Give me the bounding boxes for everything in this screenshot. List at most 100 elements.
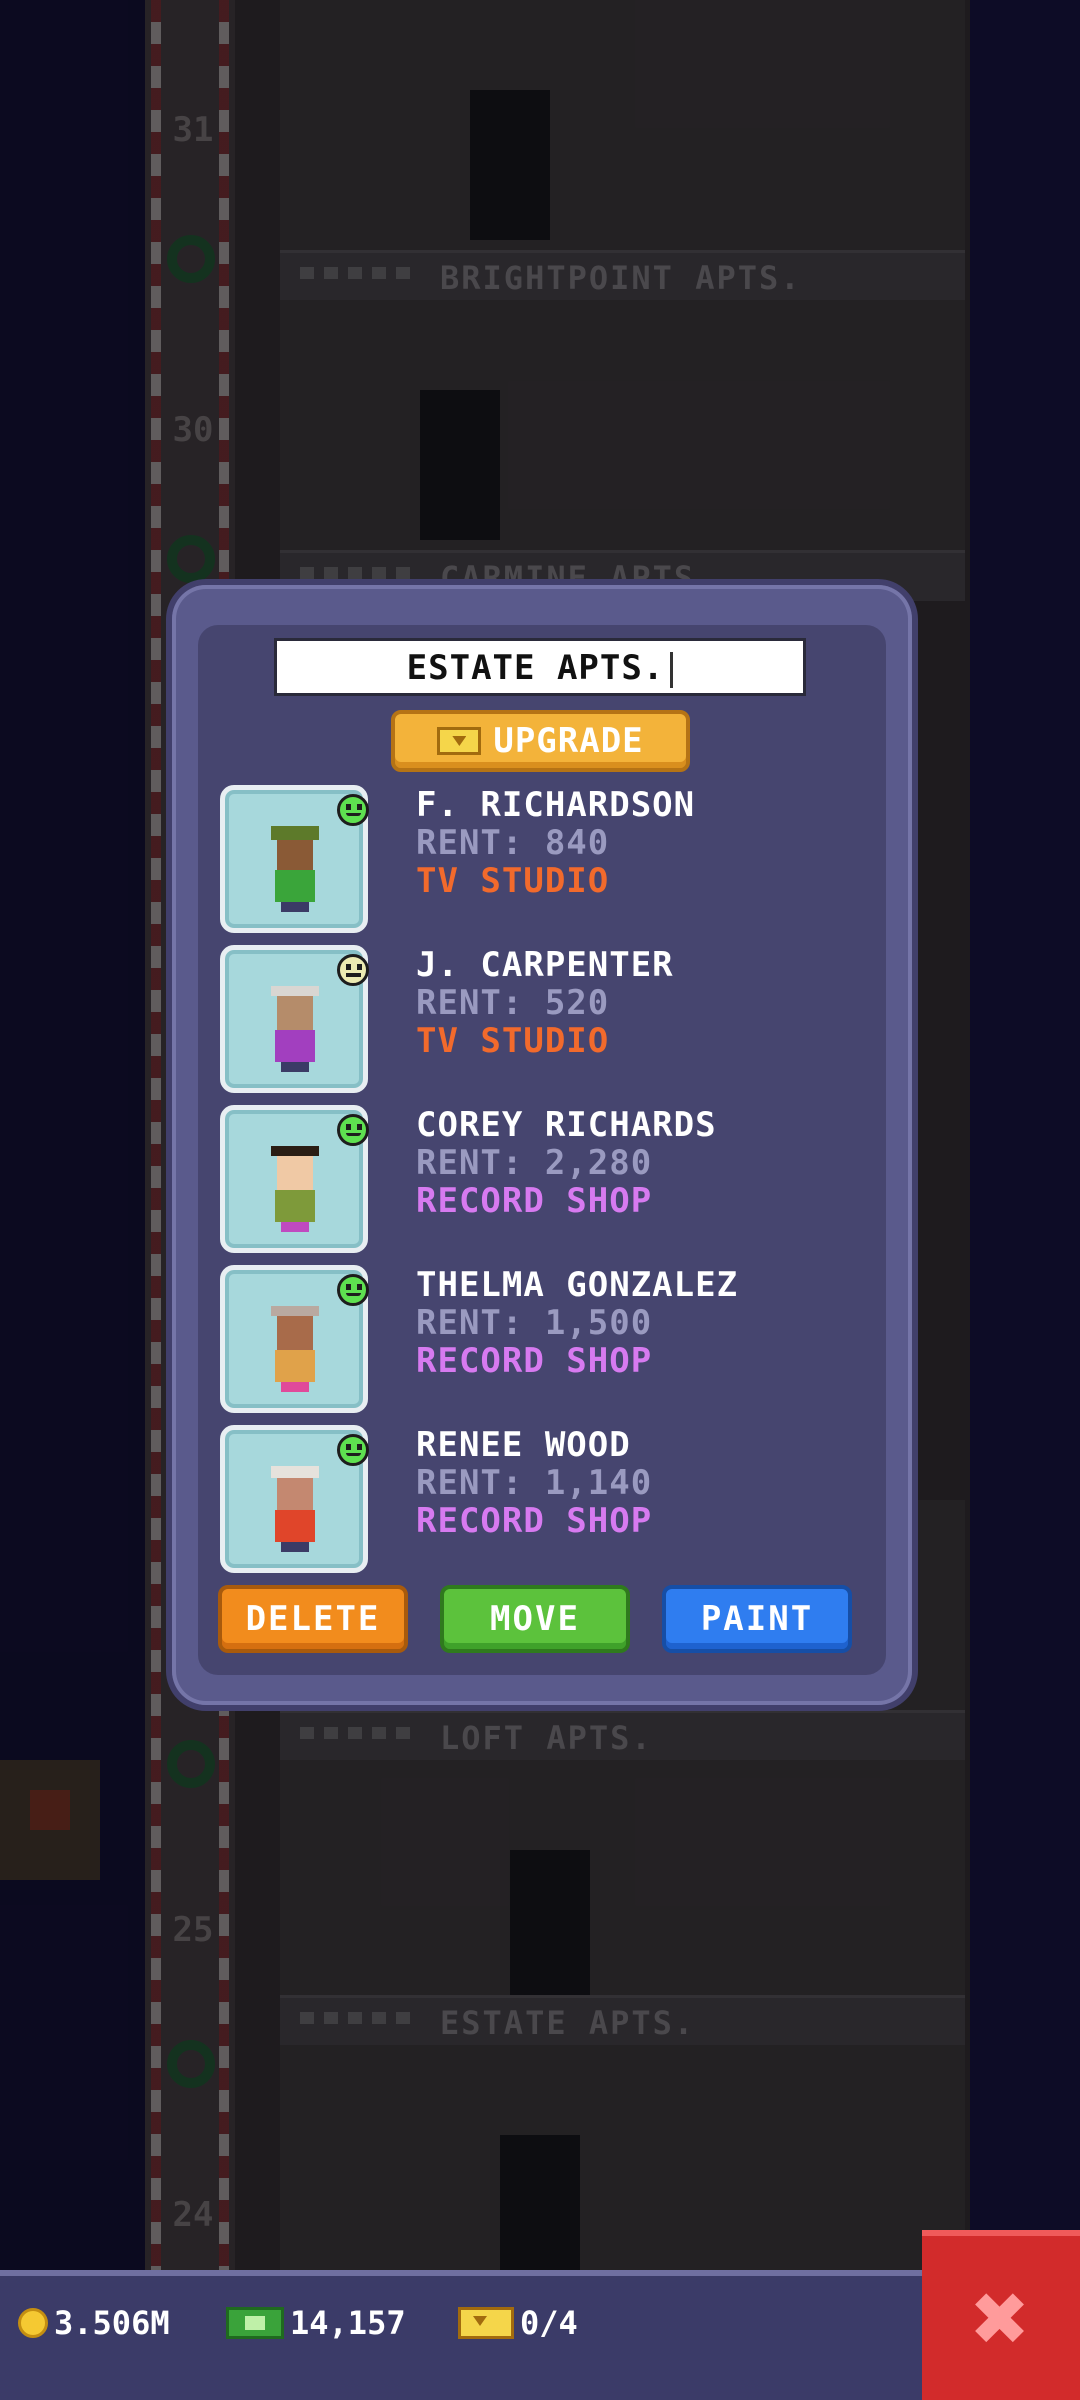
floor-nameplate: LOFT APTS. — [280, 1710, 965, 1761]
floor-room — [280, 1760, 965, 2010]
resident-job[interactable]: RECORD SHOP — [416, 1501, 652, 1541]
occupancy-dots — [300, 2012, 410, 2024]
wreath-icon — [167, 235, 215, 283]
head — [277, 996, 313, 1030]
resident-rent: RENT: 840 — [416, 823, 610, 863]
hair — [271, 1306, 319, 1316]
resident-name: COREY RICHARDS — [416, 1105, 717, 1145]
head — [277, 836, 313, 870]
resident-avatar[interactable] — [220, 785, 369, 933]
legs — [281, 1222, 309, 1232]
door — [470, 90, 550, 240]
floor-name: LOFT APTS. — [440, 1719, 653, 1757]
wreath-icon — [167, 2040, 215, 2088]
coins-stat[interactable]: 3.506M — [18, 2304, 170, 2342]
elevator-floor: 25 — [145, 1700, 235, 2000]
hat — [271, 826, 319, 840]
bux-stat[interactable]: 14,157 — [226, 2304, 406, 2342]
floor-name-value: ESTATE APTS. — [406, 648, 665, 688]
resident-sprite — [269, 1140, 321, 1232]
head — [277, 1476, 313, 1510]
resident-row[interactable]: RENEE WOOD RENT: 1,140 RECORD SHOP — [220, 1425, 860, 1573]
close-button[interactable]: ✖ — [922, 2230, 1080, 2400]
upgrade-button[interactable]: UPGRADE — [391, 710, 690, 772]
resident-job[interactable]: RECORD SHOP — [416, 1341, 652, 1381]
resident-name: J. CARPENTER — [416, 945, 674, 985]
resident-rent: RENT: 520 — [416, 983, 610, 1023]
upgrade-label: UPGRADE — [493, 721, 644, 761]
background-left — [0, 0, 150, 2270]
ticket-icon — [458, 2307, 514, 2339]
close-icon: ✖ — [972, 2262, 1030, 2374]
floor-nameplate: BRIGHTPOINT APTS. — [280, 250, 965, 301]
resident-sprite — [269, 820, 321, 912]
resident-row[interactable]: F. RICHARDSON RENT: 840 TV STUDIO — [220, 785, 860, 933]
resident-row[interactable]: J. CARPENTER RENT: 520 TV STUDIO — [220, 945, 860, 1093]
floor-room — [280, 2045, 965, 2270]
resident-avatar[interactable] — [220, 1425, 369, 1573]
mood-icon — [337, 954, 369, 986]
tickets-stat[interactable]: 0/4 — [458, 2304, 578, 2342]
hair — [271, 986, 319, 996]
floor-number: 24 — [172, 2195, 214, 2235]
body — [275, 1030, 315, 1062]
delete-button[interactable]: DELETE — [218, 1585, 408, 1653]
legs — [281, 1062, 309, 1072]
hair — [271, 1466, 319, 1478]
occupancy-dots — [300, 567, 410, 579]
floor-room — [280, 300, 965, 550]
floor-name: BRIGHTPOINT APTS. — [440, 259, 802, 297]
mood-icon — [337, 1434, 369, 1466]
resident-avatar[interactable] — [220, 945, 369, 1093]
coins-value: 3.506M — [54, 2304, 170, 2342]
resident-name: THELMA GONZALEZ — [416, 1265, 739, 1305]
resident-sprite — [269, 980, 321, 1072]
floor-brightpoint[interactable]: BRIGHTPOINT APTS. — [280, 0, 965, 301]
resident-avatar[interactable] — [220, 1105, 369, 1253]
legs — [281, 1542, 309, 1552]
mood-icon — [337, 1274, 369, 1306]
elevator-floor: 30 — [145, 300, 235, 600]
resident-row[interactable]: THELMA GONZALEZ RENT: 1,500 RECORD SHOP — [220, 1265, 860, 1413]
bottom-bar: 3.506M 14,157 0/4 — [0, 2270, 922, 2400]
floor-number: 30 — [172, 410, 214, 450]
resident-job[interactable]: TV STUDIO — [416, 861, 609, 901]
door — [420, 390, 500, 540]
resident-job[interactable]: RECORD SHOP — [416, 1181, 652, 1221]
body — [275, 870, 315, 902]
resident-rent: RENT: 1,140 — [416, 1463, 653, 1503]
resident-avatar[interactable] — [220, 1265, 369, 1413]
body — [275, 1190, 315, 1222]
resident-rent: RENT: 1,500 — [416, 1303, 653, 1343]
resident-job[interactable]: TV STUDIO — [416, 1021, 609, 1061]
move-button[interactable]: MOVE — [440, 1585, 630, 1653]
resident-row[interactable]: COREY RICHARDS RENT: 2,280 RECORD SHOP — [220, 1105, 860, 1253]
resident-name: RENEE WOOD — [416, 1425, 631, 1465]
resident-sprite — [269, 1460, 321, 1552]
resident-sprite — [269, 1300, 321, 1392]
hair — [271, 1146, 319, 1156]
floor-estate[interactable]: ESTATE APTS. — [280, 1995, 965, 2295]
neighbor-sign-icon — [30, 1790, 70, 1830]
ticket-icon — [437, 727, 482, 755]
door — [510, 1850, 590, 2000]
body — [275, 1350, 315, 1382]
occupancy-dots — [300, 1727, 410, 1739]
background-right — [970, 0, 1080, 2270]
resident-name: F. RICHARDSON — [416, 785, 696, 825]
text-caret — [670, 651, 674, 688]
paint-button[interactable]: PAINT — [662, 1585, 852, 1653]
head — [277, 1316, 313, 1350]
bux-icon — [226, 2307, 284, 2339]
legs — [281, 902, 309, 912]
elevator-floor: 31 — [145, 0, 235, 300]
legs — [281, 1382, 309, 1392]
wreath-icon — [167, 535, 215, 583]
floor-name-input[interactable]: ESTATE APTS. — [274, 638, 806, 696]
floor-room — [280, 0, 965, 250]
door — [500, 2135, 580, 2270]
coin-icon — [18, 2308, 48, 2338]
floor-carmine[interactable]: CARMINE APTS. — [280, 300, 965, 601]
head — [277, 1156, 313, 1190]
occupancy-dots — [300, 267, 410, 279]
